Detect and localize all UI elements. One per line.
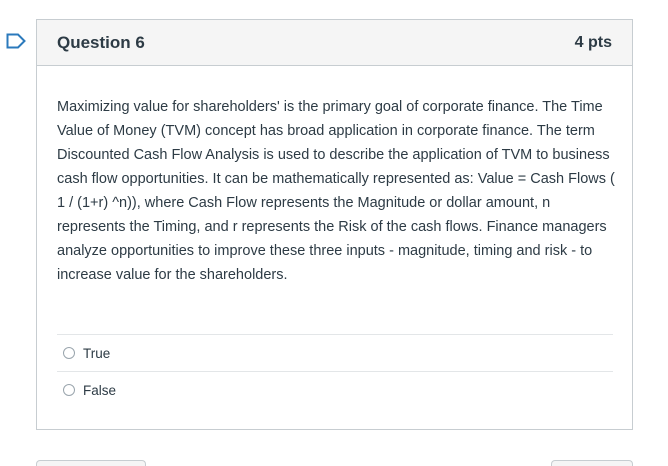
answer-label-true[interactable]: True <box>83 346 110 361</box>
answer-option-false[interactable]: False <box>57 371 613 408</box>
radio-button-false[interactable] <box>63 384 75 396</box>
question-title: Question 6 <box>57 32 145 52</box>
question-text: Maximizing value for shareholders' is th… <box>57 99 615 283</box>
question-header: Question 6 4 pts <box>37 20 632 66</box>
question-card: Question 6 4 pts Maximizing value for sh… <box>36 19 633 430</box>
previous-button-edge[interactable] <box>36 460 146 466</box>
next-button-edge[interactable] <box>551 460 633 466</box>
answer-list: True False <box>57 334 613 408</box>
radio-button-true[interactable] <box>63 347 75 359</box>
question-points: 4 pts <box>574 33 612 51</box>
answer-option-true[interactable]: True <box>57 334 613 371</box>
bookmark-flag-icon[interactable] <box>6 33 26 49</box>
answer-label-false[interactable]: False <box>83 383 116 398</box>
